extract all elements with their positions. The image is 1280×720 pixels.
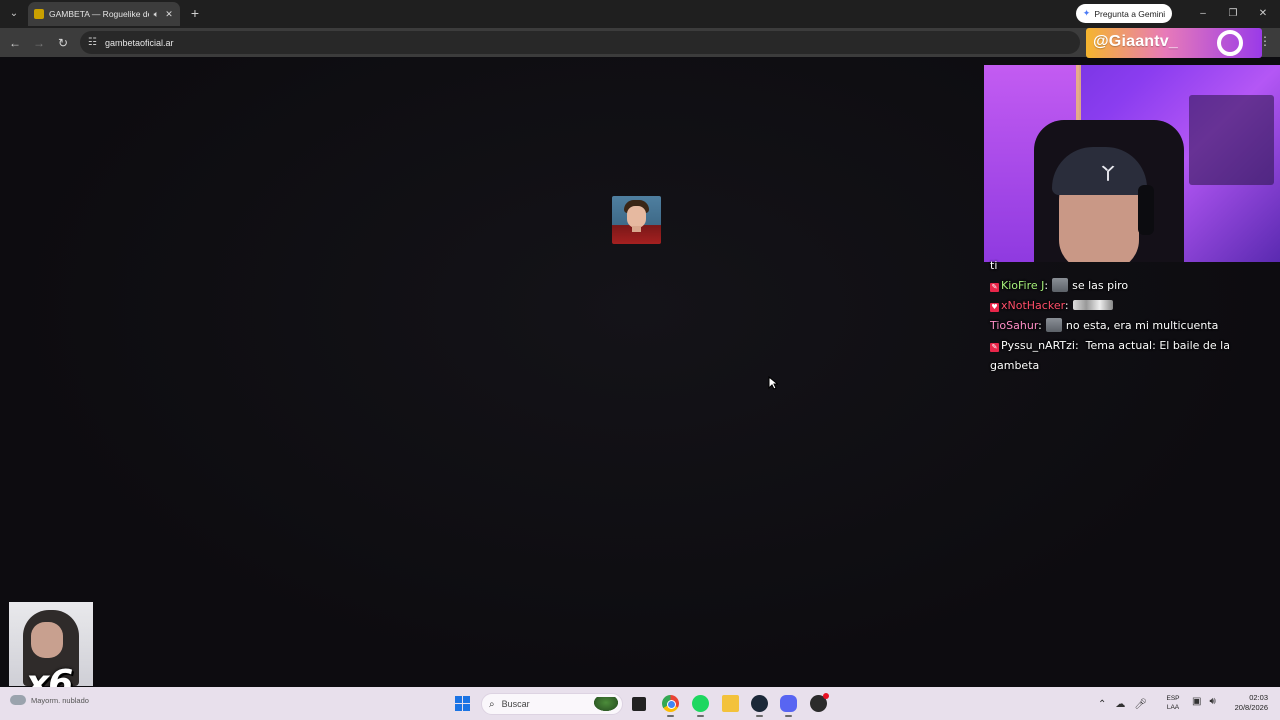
windows-start-icon[interactable] [455, 696, 470, 711]
site-favicon-icon [34, 9, 44, 19]
chat-text: no esta, era mi multicuenta [1065, 319, 1219, 332]
gemini-button[interactable]: ✦ Pregunta a Gemini [1076, 4, 1172, 23]
chat-username: Pyssu_nARTzi [1001, 339, 1075, 352]
emote-icon [1072, 300, 1113, 310]
back-arrow-icon[interactable]: ← [6, 34, 24, 52]
chat-fragment: ti [990, 259, 998, 272]
steam-icon[interactable] [751, 695, 768, 717]
new-tab-button[interactable]: + [187, 5, 203, 21]
language-indicator[interactable]: ESP LAA [1164, 694, 1182, 712]
chat-message: ✎ Pyssu_nARTzi: Tema actual: El baile de … [990, 339, 1230, 372]
cap-logo-icon: 丫 [1100, 164, 1117, 183]
chat-username: xNotHacker [1001, 299, 1065, 312]
search-label: Buscar [501, 699, 530, 709]
tree-icon [594, 697, 618, 711]
chat-username: TioSahur [990, 319, 1039, 332]
chat-message: TioSahur: no esta, era mi multicuenta [990, 318, 1219, 332]
heart-badge-icon: ♥ [990, 303, 999, 312]
tab-title: GAMBETA — Roguelike de [49, 9, 149, 19]
discord-icon[interactable] [780, 695, 797, 717]
weather-widget[interactable]: Mayorm. nublado [10, 695, 89, 705]
microphone-icon[interactable]: 🎤︎ [1134, 699, 1147, 710]
taskbar-clock[interactable]: 02:03 20/8/2026 [1222, 693, 1268, 713]
streamer-handle-banner: @Giaantv_ [1086, 28, 1262, 58]
windows-taskbar: Mayorm. nublado ⌕ Buscar ⌃ ☁ 🎤︎ ESP LAA … [0, 687, 1280, 720]
system-tray: ⌃ ☁ 🎤︎ [1098, 695, 1147, 713]
emote-icon [1045, 318, 1062, 332]
chrome-icon[interactable] [662, 695, 679, 717]
onedrive-icon[interactable]: ☁ [1115, 699, 1125, 710]
speaker-icon[interactable]: 🔈︎ [154, 9, 159, 20]
url-text: gambetaoficial.ar [104, 37, 174, 48]
close-tab-icon[interactable]: ✕ [164, 9, 174, 20]
gemini-spark-icon: ✦ [1082, 8, 1091, 18]
player-portrait[interactable] [612, 196, 661, 244]
chat-message: ✎ KioFire J: se las piro [990, 278, 1129, 292]
cloud-icon [10, 695, 26, 705]
clock-time: 02:03 [1249, 693, 1268, 702]
chat-message: ♥ xNotHacker: [990, 296, 1278, 316]
minimize-icon[interactable]: – [1195, 6, 1211, 22]
chat-text: se las piro [1072, 279, 1129, 292]
address-bar[interactable]: ☷ gambetaoficial.ar [80, 31, 1080, 54]
chevron-up-icon[interactable]: ⌃ [1098, 699, 1106, 710]
file-explorer-icon[interactable] [722, 695, 739, 712]
emote-icon [1052, 278, 1069, 292]
volume-icon[interactable]: 🔊︎ [1209, 696, 1215, 707]
app-icon[interactable] [810, 693, 829, 712]
ring-logo-icon [1217, 30, 1243, 56]
clock-date: 20/8/2026 [1234, 703, 1268, 712]
reload-icon[interactable]: ↻ [54, 34, 72, 52]
gemini-label: Pregunta a Gemini [1094, 8, 1166, 19]
network-icon[interactable]: ▣ [1192, 696, 1201, 707]
taskbar-search[interactable]: ⌕ Buscar [481, 693, 623, 715]
browser-tab[interactable]: GAMBETA — Roguelike de 🔈︎ ✕ [28, 2, 180, 26]
tab-search-icon[interactable]: ⌄ [6, 6, 22, 22]
spotify-icon[interactable] [692, 695, 709, 717]
close-window-icon[interactable]: ✕ [1255, 6, 1271, 22]
task-view-icon[interactable] [632, 697, 646, 711]
browser-titlebar: ⌄ GAMBETA — Roguelike de 🔈︎ ✕ + ✦ Pregun… [0, 0, 1280, 28]
weather-text: Mayorm. nublado [31, 695, 89, 705]
streamer-webcam: 丫 [984, 65, 1280, 262]
site-info-icon[interactable]: ☷ [88, 37, 97, 48]
pencil-badge-icon: ✎ [990, 283, 999, 292]
forward-arrow-icon[interactable]: → [30, 34, 48, 52]
system-tray-right: ▣ 🔊︎ [1192, 696, 1216, 707]
search-icon: ⌕ [489, 698, 495, 710]
streamer-handle: @Giaantv_ [1093, 33, 1178, 50]
chat-username: KioFire J [1001, 279, 1045, 292]
restore-icon[interactable]: ❐ [1225, 6, 1241, 22]
pencil-badge-icon: ✎ [990, 343, 999, 352]
